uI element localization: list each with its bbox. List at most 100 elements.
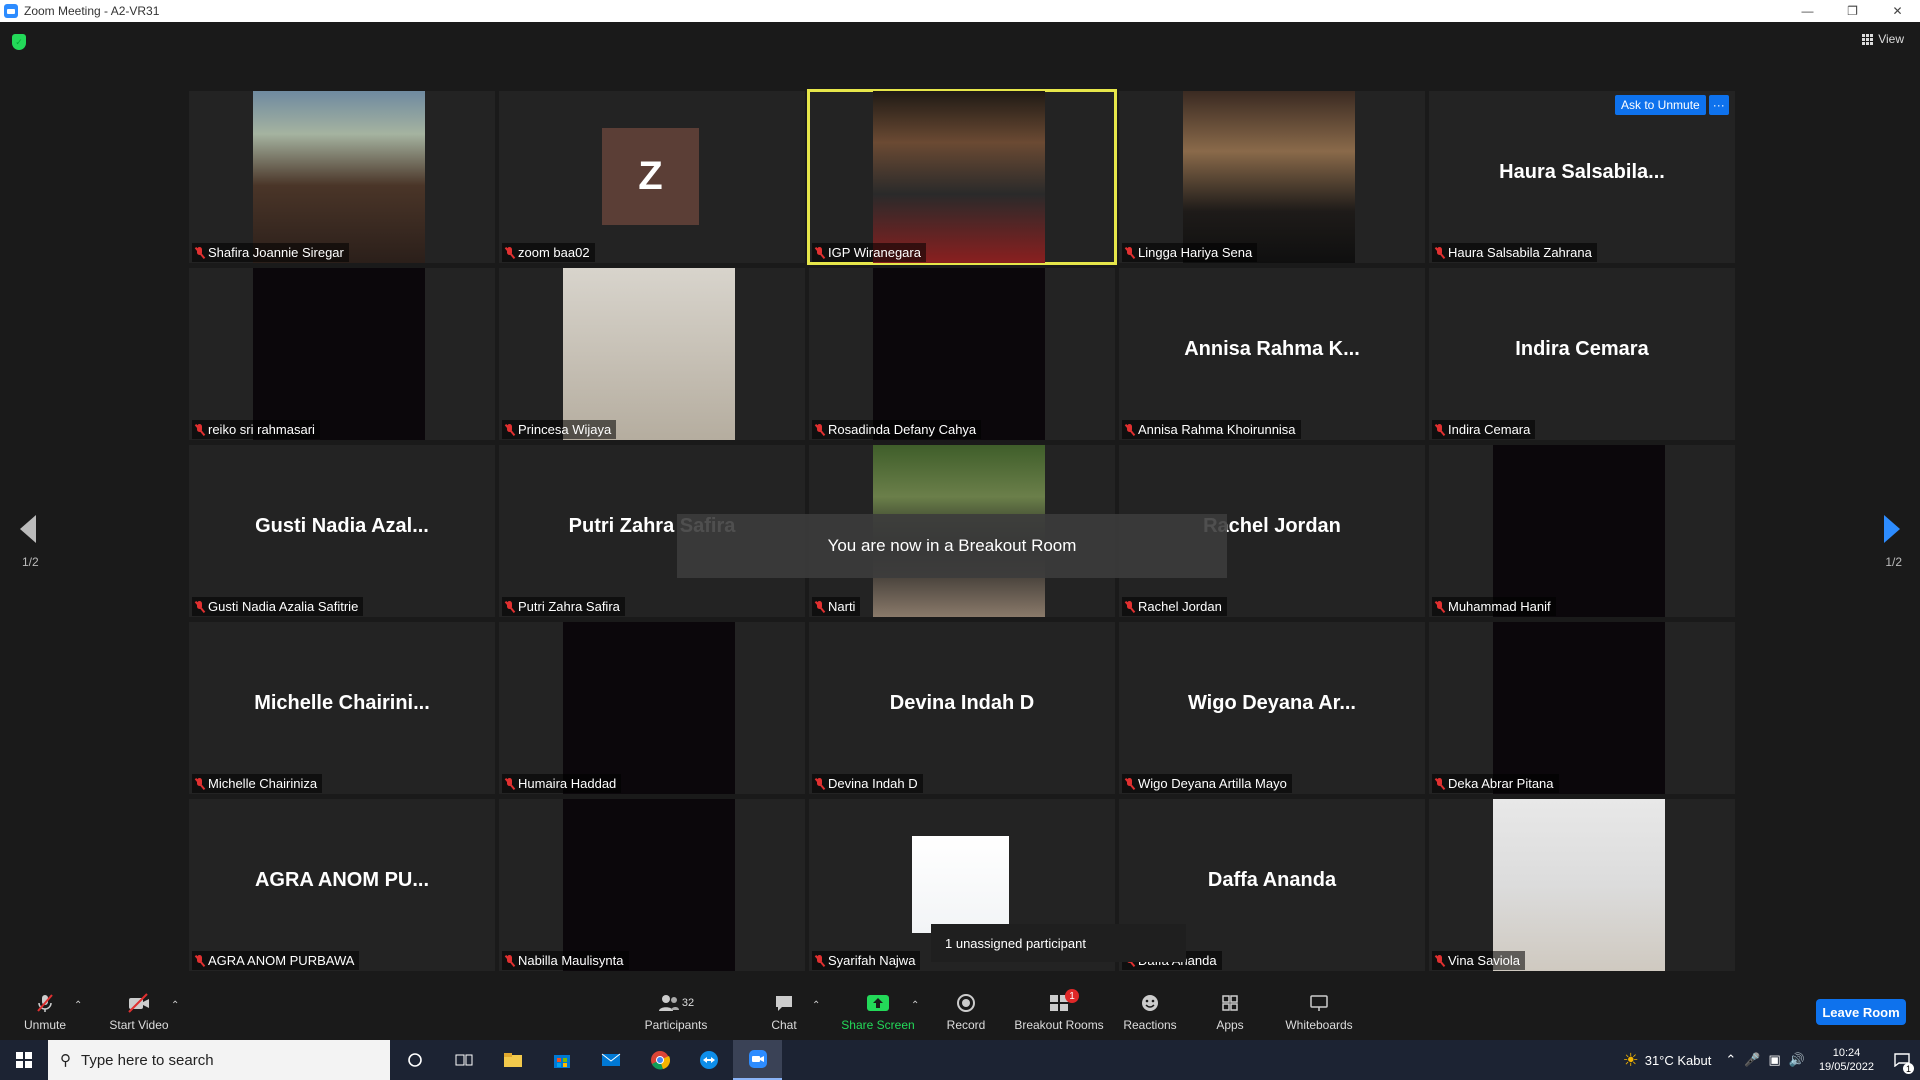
video-options-caret-icon[interactable]: ⌃ (171, 1000, 179, 1011)
clock-time: 10:24 (1832, 1047, 1861, 1059)
mic-muted-icon (195, 423, 204, 436)
mic-muted-icon (1125, 246, 1134, 259)
participant-tile[interactable]: Annisa Rahma K... Annisa Rahma Khoirunnis… (1119, 268, 1425, 440)
participant-tile[interactable]: Nabilla Maulisynta (499, 799, 805, 971)
next-page-arrow-icon[interactable] (1884, 515, 1900, 543)
audio-options-caret-icon[interactable]: ⌃ (74, 1000, 82, 1011)
participant-tile[interactable]: Haura Salsabila... Haura Salsabila Zahran… (1429, 91, 1735, 263)
participant-tile[interactable]: Wigo Deyana Ar... Wigo Deyana Artilla May… (1119, 622, 1425, 794)
share-screen-button[interactable]: Share Screen (838, 980, 918, 1040)
participant-name: Annisa Rahma Khoirunnisa (1138, 422, 1296, 437)
participant-tile[interactable]: Michelle Chairini... Michelle Chairiniza (189, 622, 495, 794)
apps-button[interactable]: Apps (1212, 980, 1248, 1040)
participant-video (1493, 799, 1665, 971)
participant-video (563, 799, 735, 971)
encryption-shield-icon[interactable]: ✓ (12, 34, 26, 50)
participants-count: 32 (681, 997, 695, 1009)
weather-text[interactable]: 31°C Kabut (1645, 1053, 1712, 1068)
mic-muted-icon (1435, 423, 1444, 436)
teamviewer-icon[interactable] (684, 1040, 733, 1080)
participant-tile[interactable]: Deka Abrar Pitana (1429, 622, 1735, 794)
mic-muted-icon (1435, 777, 1444, 790)
participant-avatar: Z (602, 128, 699, 225)
participant-tile[interactable]: Muhammad Hanif (1429, 445, 1735, 617)
cortana-icon[interactable] (390, 1040, 439, 1080)
start-video-button[interactable]: Start Video (104, 980, 174, 1040)
file-explorer-icon[interactable] (488, 1040, 537, 1080)
clock-date: 19/05/2022 (1818, 1061, 1874, 1073)
notification-center-icon[interactable]: 1 (1884, 1040, 1920, 1080)
share-screen-label: Share Screen (841, 1018, 915, 1032)
close-window-button[interactable]: ✕ (1875, 0, 1920, 22)
chrome-icon[interactable] (635, 1040, 684, 1080)
windows-start-icon[interactable] (0, 1040, 48, 1080)
reactions-smiley-icon (1138, 993, 1162, 1013)
system-tray: ☀ 31°C Kabut ⌃ 🎤 ▣ 🔊 10:24 19/05/2022 1 (1623, 1040, 1920, 1080)
participant-tile[interactable]: Indira Cemara Indira Cemara (1429, 268, 1735, 440)
breakout-rooms-label: Breakout Rooms (1014, 1018, 1104, 1032)
participants-button[interactable]: 32 Participants (638, 980, 714, 1040)
chat-options-caret-icon[interactable]: ⌃ (812, 1000, 820, 1011)
more-options-button[interactable]: ··· (1708, 95, 1729, 115)
reactions-button[interactable]: Reactions (1122, 980, 1178, 1040)
participant-tile[interactable]: Shafira Joannie Siregar (189, 91, 495, 263)
participant-name: Muhammad Hanif (1448, 599, 1551, 614)
zoom-taskbar-icon[interactable] (733, 1040, 782, 1080)
clock[interactable]: 10:24 19/05/2022 (1819, 1046, 1874, 1074)
unmute-button[interactable]: Unmute (20, 980, 70, 1040)
participant-tile[interactable]: Devina Indah D Devina Indah D (809, 622, 1115, 794)
record-button[interactable]: Record (944, 980, 988, 1040)
mail-icon[interactable] (586, 1040, 635, 1080)
participants-label: Participants (644, 1018, 708, 1032)
participant-tile[interactable]: Rosadinda Defany Cahya (809, 268, 1115, 440)
participant-video (912, 836, 1009, 933)
participant-name-label: zoom baa02 (502, 243, 595, 262)
participant-tile[interactable]: Humaira Haddad (499, 622, 805, 794)
participant-tile[interactable]: AGRA ANOM PU... AGRA ANOM PURBAWA (189, 799, 495, 971)
mic-muted-icon (505, 777, 514, 790)
microsoft-store-icon[interactable] (537, 1040, 586, 1080)
participant-display-name: Gusti Nadia Azal... (255, 515, 429, 537)
show-hidden-icons-icon[interactable]: ⌃ (1725, 1052, 1736, 1068)
network-icon[interactable]: ▣ (1768, 1052, 1780, 1068)
mic-muted-icon (1435, 600, 1444, 613)
participant-name-label: Lingga Hariya Sena (1122, 243, 1258, 262)
leave-room-button[interactable]: Leave Room (1816, 999, 1906, 1025)
mic-muted-icon (1435, 246, 1444, 259)
participant-tile[interactable]: IGP Wiranegara (807, 89, 1117, 265)
participant-tile[interactable]: Lingga Hariya Sena (1119, 91, 1425, 263)
participant-name-label: Humaira Haddad (502, 774, 622, 793)
participant-display-name: Indira Cemara (1515, 338, 1649, 360)
participant-name: Shafira Joannie Siregar (208, 245, 344, 260)
microphone-tray-icon[interactable]: 🎤 (1744, 1052, 1760, 1068)
mic-muted-icon (505, 423, 514, 436)
minimize-button[interactable]: — (1785, 0, 1830, 22)
whiteboards-button[interactable]: Whiteboards (1284, 980, 1354, 1040)
participant-name: Syarifah Najwa (828, 953, 916, 968)
participant-tile[interactable]: reiko sri rahmasari (189, 268, 495, 440)
breakout-rooms-button[interactable]: 1 Breakout Rooms (1013, 980, 1105, 1040)
taskbar-search-box[interactable]: ⚲ Type here to search (48, 1040, 390, 1080)
mic-muted-icon (815, 600, 824, 613)
participant-tile[interactable]: Zzoom baa02 (499, 91, 805, 263)
participant-display-name: Annisa Rahma K... (1184, 338, 1360, 360)
participant-name-label: Indira Cemara (1432, 420, 1536, 439)
previous-page-arrow-icon[interactable] (20, 515, 36, 543)
participant-tile[interactable]: Princesa Wijaya (499, 268, 805, 440)
restore-button[interactable]: ❐ (1830, 0, 1875, 22)
window-title: Zoom Meeting - A2-VR31 (24, 4, 160, 18)
weather-sun-icon[interactable]: ☀ (1623, 1050, 1639, 1071)
participant-name-label: Gusti Nadia Azalia Safitrie (192, 597, 364, 616)
ask-to-unmute-button[interactable]: Ask to Unmute (1615, 95, 1706, 115)
chat-button[interactable]: Chat (766, 980, 802, 1040)
participant-tile[interactable]: Gusti Nadia Azal... Gusti Nadia Azalia Sa… (189, 445, 495, 617)
volume-icon[interactable]: 🔊 (1789, 1052, 1805, 1068)
view-button[interactable]: View (1862, 32, 1904, 46)
mic-muted-icon (1435, 954, 1444, 967)
notification-count: 1 (1903, 1063, 1914, 1074)
share-options-caret-icon[interactable]: ⌃ (911, 1000, 919, 1011)
view-label: View (1878, 32, 1904, 46)
meeting-toolbar: Unmute ⌃ Start Video ⌃ 32 Participants C… (0, 980, 1920, 1040)
task-view-icon[interactable] (439, 1040, 488, 1080)
participant-tile[interactable]: Vina Saviola (1429, 799, 1735, 971)
